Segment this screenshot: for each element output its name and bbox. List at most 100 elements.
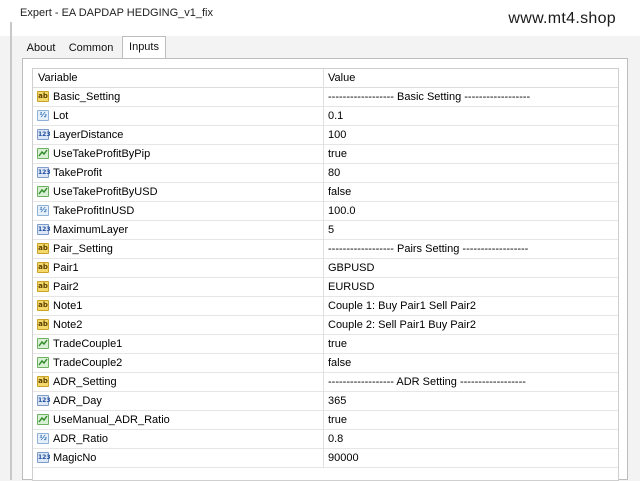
table-row[interactable]: 123 ADR_Day 365 (33, 392, 618, 411)
variable-name: ADR_Ratio (53, 433, 109, 445)
integer-type-icon: 123 (37, 452, 51, 463)
value-cell[interactable]: 100 (328, 126, 346, 144)
inputs-panel: Variable Value ab Basic_Setting ----------… (22, 58, 628, 481)
table-row[interactable]: ab Pair1 GBPUSD (33, 259, 618, 278)
boolean-type-icon (37, 338, 49, 349)
column-divider (323, 88, 324, 107)
variable-name: Lot (53, 110, 69, 122)
integer-type-icon: 123 (37, 129, 51, 140)
value-cell[interactable]: ------------------ ADR Setting ---------… (328, 373, 526, 391)
watermark-text: www.mt4.shop (508, 10, 616, 27)
column-divider (323, 373, 324, 392)
table-row[interactable]: TradeCouple1 true (33, 335, 618, 354)
window-title: Expert - EA DAPDAP HEDGING_v1_fix (20, 7, 213, 19)
value-cell[interactable]: Couple 2: Sell Pair1 Buy Pair2 (328, 316, 476, 334)
integer-type-icon: 123 (37, 167, 51, 178)
column-divider (323, 183, 324, 202)
value-cell[interactable]: true (328, 411, 347, 429)
string-type-icon: ab (37, 262, 49, 273)
string-type-icon: ab (37, 376, 49, 387)
column-divider (323, 411, 324, 430)
table-row[interactable]: UseTakeProfitByUSD false (33, 183, 618, 202)
table-row[interactable]: ab ADR_Setting ------------------ ADR Sett… (33, 373, 618, 392)
variable-name: UseTakeProfitByUSD (53, 186, 158, 198)
table-row[interactable]: ½ Lot 0.1 (33, 107, 618, 126)
column-divider (323, 221, 324, 240)
table-row[interactable]: UseTakeProfitByPip true (33, 145, 618, 164)
table-header: Variable Value (33, 69, 618, 88)
column-divider (323, 430, 324, 449)
tab-about[interactable]: About (22, 38, 60, 58)
column-divider (323, 392, 324, 411)
column-divider (323, 202, 324, 221)
tab-common[interactable]: Common (65, 38, 117, 58)
value-cell[interactable]: EURUSD (328, 278, 374, 296)
value-cell[interactable]: 90000 (328, 449, 359, 467)
column-divider (323, 278, 324, 297)
value-cell[interactable]: 0.1 (328, 107, 343, 125)
table-row[interactable]: ab Basic_Setting ------------------ Basic … (33, 88, 618, 107)
value-cell[interactable]: ------------------ Basic Setting -------… (328, 88, 530, 106)
table-row[interactable]: ab Note1 Couple 1: Buy Pair1 Sell Pair2 (33, 297, 618, 316)
window-left-edge (10, 22, 12, 480)
variable-name: TradeCouple1 (53, 338, 123, 350)
column-divider (323, 240, 324, 259)
table-row[interactable]: ab Pair_Setting ------------------ Pairs S… (33, 240, 618, 259)
column-divider (323, 164, 324, 183)
value-cell[interactable]: false (328, 183, 351, 201)
column-divider (323, 297, 324, 316)
value-cell[interactable]: GBPUSD (328, 259, 374, 277)
integer-type-icon: 123 (37, 224, 51, 235)
variable-name: Note1 (53, 300, 83, 312)
table-row[interactable]: 123 MagicNo 90000 (33, 449, 618, 468)
string-type-icon: ab (37, 281, 49, 292)
column-header-variable: Variable (38, 72, 78, 84)
table-row[interactable]: 123 MaximumLayer 5 (33, 221, 618, 240)
boolean-type-icon (37, 186, 49, 197)
value-cell[interactable]: false (328, 354, 351, 372)
value-cell[interactable]: 5 (328, 221, 334, 239)
inputs-table: Variable Value ab Basic_Setting ----------… (32, 68, 619, 481)
variable-name: UseTakeProfitByPip (53, 148, 151, 160)
column-divider (323, 449, 324, 468)
table-row[interactable]: ab Note2 Couple 2: Sell Pair1 Buy Pair2 (33, 316, 618, 335)
table-row[interactable]: ½ ADR_Ratio 0.8 (33, 430, 618, 449)
column-divider (323, 354, 324, 373)
variable-name: Pair2 (53, 281, 79, 293)
variable-name: LayerDistance (53, 129, 124, 141)
value-cell[interactable]: true (328, 335, 347, 353)
table-row[interactable]: 123 LayerDistance 100 (33, 126, 618, 145)
variable-name: ADR_Setting (53, 376, 117, 388)
value-cell[interactable]: Couple 1: Buy Pair1 Sell Pair2 (328, 297, 476, 315)
table-row[interactable]: TradeCouple2 false (33, 354, 618, 373)
value-cell[interactable]: 365 (328, 392, 346, 410)
variable-name: Basic_Setting (53, 91, 121, 103)
table-row[interactable]: UseManual_ADR_Ratio true (33, 411, 618, 430)
variable-name: Note2 (53, 319, 83, 331)
column-divider[interactable] (323, 69, 324, 88)
boolean-type-icon (37, 414, 49, 425)
column-divider (323, 107, 324, 126)
title-bar: Expert - EA DAPDAP HEDGING_v1_fix www.mt… (0, 0, 640, 36)
column-header-value: Value (328, 72, 356, 84)
value-cell[interactable]: true (328, 145, 347, 163)
table-row[interactable]: ½ TakeProfitInUSD 100.0 (33, 202, 618, 221)
variable-name: Pair_Setting (53, 243, 113, 255)
table-row[interactable]: ab Pair2 EURUSD (33, 278, 618, 297)
column-divider (323, 316, 324, 335)
string-type-icon: ab (37, 243, 49, 254)
value-cell[interactable]: ------------------ Pairs Setting -------… (328, 240, 528, 258)
variable-name: MaximumLayer (53, 224, 129, 236)
tab-inputs[interactable]: Inputs (122, 36, 166, 59)
value-cell[interactable]: 100.0 (328, 202, 356, 220)
variable-name: TradeCouple2 (53, 357, 123, 369)
string-type-icon: ab (37, 300, 49, 311)
column-divider (323, 259, 324, 278)
value-cell[interactable]: 80 (328, 164, 340, 182)
value-cell[interactable]: 0.8 (328, 430, 343, 448)
double-type-icon: ½ (37, 110, 49, 121)
table-row[interactable]: 123 TakeProfit 80 (33, 164, 618, 183)
variable-name: UseManual_ADR_Ratio (53, 414, 170, 426)
boolean-type-icon (37, 357, 49, 368)
boolean-type-icon (37, 148, 49, 159)
